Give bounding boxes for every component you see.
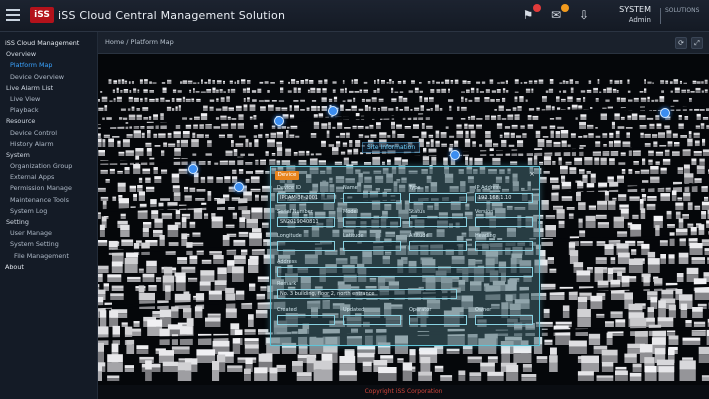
alarm-icon[interactable]: ⚑ <box>521 4 541 22</box>
sidebar-item[interactable]: Live View <box>0 94 97 105</box>
sidebar-item[interactable]: Platform Map <box>0 60 97 71</box>
brand-mark: SOLUTIONS <box>665 7 700 14</box>
sidebar-item[interactable]: System Log <box>0 206 97 217</box>
sidebar-item[interactable]: External Apps <box>0 172 97 183</box>
sidebar-item[interactable]: Setting <box>0 217 97 228</box>
field-label: Name <box>343 185 358 191</box>
map-3d-view[interactable]: Site Information Device × Device ID IPCAM… <box>98 54 709 385</box>
top-bar: iSS iSS Cloud Central Management Solutio… <box>0 0 709 32</box>
sidebar-item[interactable]: Device Overview <box>0 72 97 83</box>
panel-header-tag: Device <box>275 171 299 180</box>
device-marker[interactable] <box>660 108 670 118</box>
sidebar-nav: iSS Cloud Management Overview Platform Map… <box>0 32 98 399</box>
address-input[interactable] <box>277 267 533 277</box>
sidebar-item[interactable]: Device Control <box>0 128 97 139</box>
breadcrumb: Home / Platform Map <box>105 38 174 46</box>
field-label: Created <box>277 307 297 313</box>
remark-label: Remark <box>277 281 297 287</box>
sidebar-item[interactable]: Permission Manage <box>0 183 97 194</box>
sidebar-item[interactable]: System Setting <box>0 239 97 250</box>
sidebar-item[interactable]: Maintenance Tools <box>0 195 97 206</box>
field-input[interactable] <box>277 315 335 325</box>
field-input[interactable] <box>409 217 467 227</box>
field-input[interactable]: IPCAM-3F-2001 <box>277 193 335 203</box>
field-label: IP Address <box>475 185 501 191</box>
refresh-button[interactable]: ⟳ <box>675 37 687 49</box>
device-marker[interactable] <box>274 116 284 126</box>
field-input[interactable] <box>343 193 401 203</box>
field-input[interactable] <box>409 241 467 251</box>
field-label: Heading <box>475 233 496 239</box>
main-area: Home / Platform Map ⟳ ⤢ Site Information… <box>98 32 709 385</box>
field-input[interactable] <box>409 193 467 203</box>
field-label: Latitude <box>343 233 364 239</box>
field-input[interactable] <box>475 217 533 227</box>
message-icon[interactable]: ✉ <box>549 4 569 22</box>
alarm-badge <box>533 4 541 12</box>
address-label: Address <box>277 259 297 265</box>
sidebar-item[interactable]: iSS Cloud Management <box>0 38 97 49</box>
user-info[interactable]: SYSTEM Admin <box>619 5 651 25</box>
device-marker[interactable] <box>450 150 460 160</box>
menu-icon[interactable] <box>6 9 20 21</box>
app-logo: iSS <box>30 7 54 23</box>
remark-input[interactable]: No. 3 building, floor 2, north entrance <box>277 289 457 299</box>
close-icon[interactable]: × <box>529 170 535 178</box>
device-marker[interactable] <box>328 106 338 116</box>
field-label: Operator <box>409 307 432 313</box>
user-name: SYSTEM <box>619 5 651 14</box>
sidebar-item[interactable]: User Manage <box>0 228 97 239</box>
field-input[interactable] <box>343 315 401 325</box>
sidebar-item[interactable]: System <box>0 150 97 161</box>
sidebar-item[interactable]: Live Alarm List <box>0 83 97 94</box>
sidebar-item[interactable]: File Management <box>0 251 97 262</box>
field-label: Altitude <box>409 233 429 239</box>
download-icon[interactable]: ⇩ <box>577 8 591 22</box>
field-input[interactable] <box>475 241 533 251</box>
field-input[interactable]: SN2019040811 <box>277 217 335 227</box>
field-label: Longitude <box>277 233 302 239</box>
fullscreen-button[interactable]: ⤢ <box>691 37 703 49</box>
field-label: Model <box>343 209 359 215</box>
field-input[interactable] <box>409 315 467 325</box>
field-label: Type <box>409 185 421 191</box>
sidebar-item[interactable]: Overview <box>0 49 97 60</box>
field-label: Version <box>475 209 494 215</box>
sidebar-item[interactable]: Organization Group <box>0 161 97 172</box>
field-label: Updated <box>343 307 365 313</box>
user-role: Admin <box>628 16 651 24</box>
sidebar-item[interactable]: History Alarm <box>0 139 97 150</box>
field-label: Status <box>409 209 425 215</box>
sidebar-item[interactable]: About <box>0 262 97 273</box>
top-icon-group: ⚑ ✉ ⇩ <box>521 4 591 22</box>
field-input[interactable] <box>475 315 533 325</box>
app-window: iSS iSS Cloud Central Management Solutio… <box>0 0 709 399</box>
sub-toolbar: Home / Platform Map ⟳ ⤢ <box>98 32 709 54</box>
field-input[interactable] <box>343 241 401 251</box>
device-info-panel: Device × Device ID IPCAM-3F-2001 Name Type I… <box>270 166 540 346</box>
field-label: Owner <box>475 307 492 313</box>
device-marker[interactable] <box>234 182 244 192</box>
header-divider <box>660 8 661 24</box>
message-badge <box>561 4 569 12</box>
field-label: Serial Number <box>277 209 313 215</box>
sidebar-item[interactable]: Playback <box>0 105 97 116</box>
field-input[interactable]: 192.168.1.10 <box>475 193 533 203</box>
sidebar-item[interactable]: Resource <box>0 116 97 127</box>
field-input[interactable] <box>277 241 335 251</box>
site-label: Site Information <box>362 142 421 153</box>
footer-copyright: Copyright iSS Corporation <box>98 385 709 399</box>
device-marker[interactable] <box>188 164 198 174</box>
field-label: Device ID <box>277 185 302 191</box>
app-title: iSS Cloud Central Management Solution <box>58 9 286 22</box>
field-input[interactable] <box>343 217 401 227</box>
